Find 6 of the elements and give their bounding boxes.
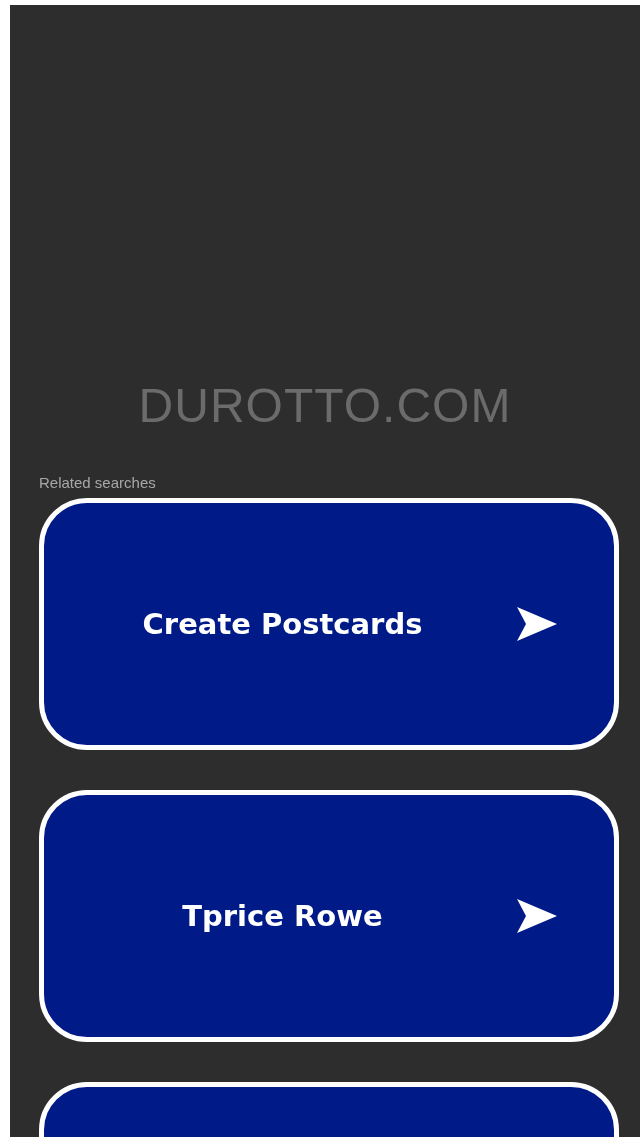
arrow-icon xyxy=(517,899,557,933)
search-link[interactable]: Tprice Rowe xyxy=(39,790,619,1042)
section-heading: Related searches xyxy=(39,474,157,492)
site-title: DUROTTO.COM xyxy=(137,378,513,434)
search-link[interactable]: Create Postcards xyxy=(39,498,619,750)
arrow-icon xyxy=(517,607,557,641)
